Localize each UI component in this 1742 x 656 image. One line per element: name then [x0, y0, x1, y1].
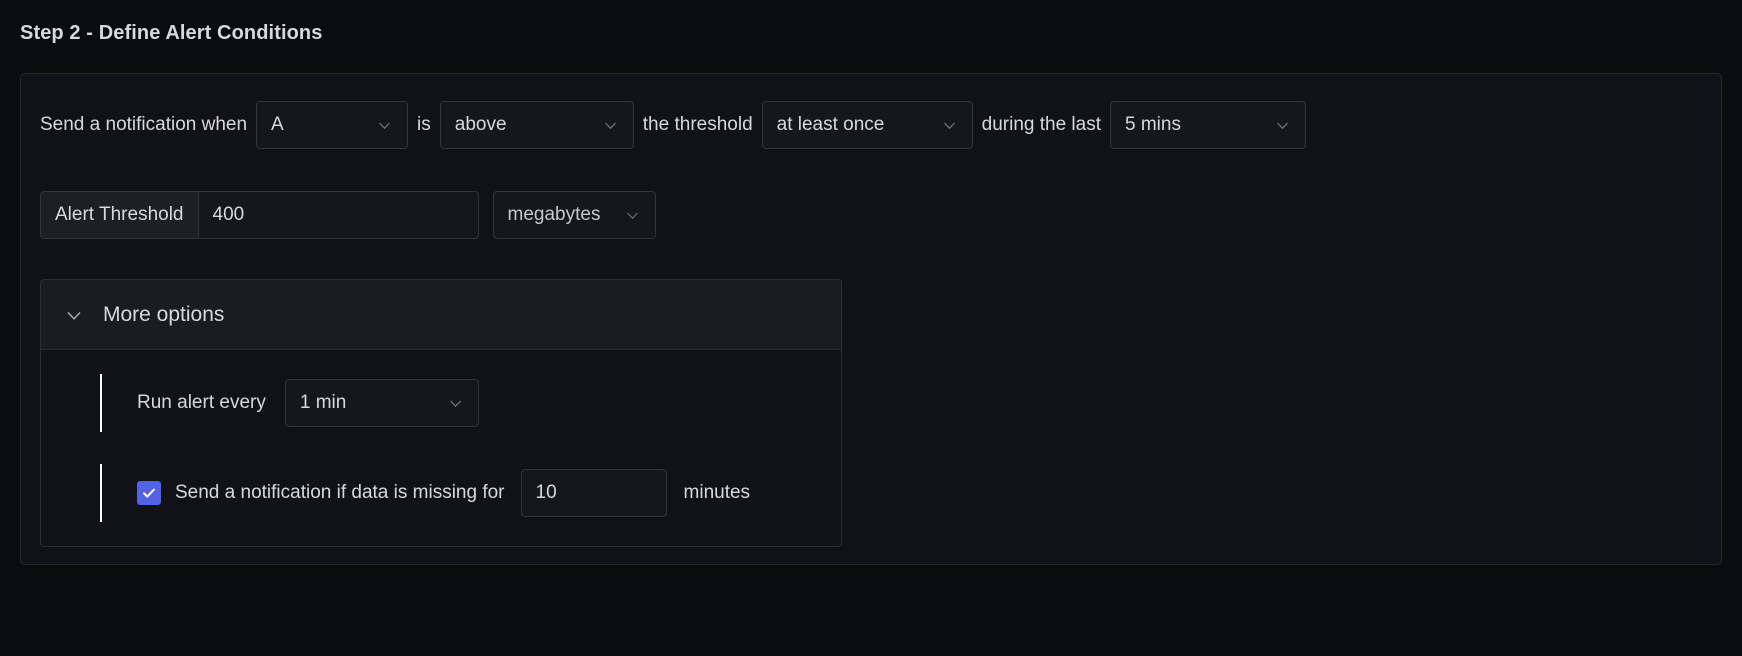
alert-threshold-label: Alert Threshold	[40, 191, 198, 239]
missing-data-minutes-input[interactable]	[520, 469, 667, 517]
chevron-down-icon	[376, 117, 393, 134]
alert-conditions-page: Step 2 - Define Alert Conditions Send a …	[0, 0, 1742, 656]
comparator-select-value: above	[454, 114, 507, 135]
more-options-label: More options	[103, 302, 225, 326]
unit-select-value: megabytes	[507, 204, 601, 225]
run-alert-every-row: Run alert every 1 min	[41, 372, 841, 434]
condition-threshold-text: the threshold	[642, 114, 753, 135]
chevron-down-icon	[447, 395, 464, 412]
query-select[interactable]: A	[256, 101, 409, 149]
missing-data-row: Send a notification if data is missing f…	[41, 462, 841, 524]
time-window-select-value: 5 mins	[1125, 114, 1181, 135]
run-alert-every-value: 1 min	[299, 392, 347, 413]
run-alert-every-label: Run alert every	[137, 392, 266, 413]
missing-data-unit-label: minutes	[683, 482, 751, 503]
alert-threshold-group: Alert Threshold	[40, 191, 479, 239]
frequency-select-value: at least once	[776, 114, 885, 135]
missing-data-label: Send a notification if data is missing f…	[175, 482, 505, 503]
condition-lead-text: Send a notification when	[40, 114, 248, 135]
time-window-select[interactable]: 5 mins	[1110, 101, 1306, 149]
condition-row: Send a notification when A is above the …	[40, 101, 1306, 149]
row-accent-bar	[100, 374, 102, 432]
missing-data-checkbox[interactable]	[137, 481, 161, 505]
chevron-down-icon	[63, 304, 85, 326]
alert-conditions-panel: Send a notification when A is above the …	[20, 73, 1722, 565]
chevron-down-icon	[1274, 117, 1291, 134]
check-icon	[143, 488, 155, 498]
frequency-select[interactable]: at least once	[761, 101, 973, 149]
more-options-body: Run alert every 1 min Send a notificatio…	[41, 350, 841, 546]
chevron-down-icon	[602, 117, 619, 134]
page-title: Step 2 - Define Alert Conditions	[20, 22, 323, 44]
chevron-down-icon	[624, 207, 641, 224]
more-options-header[interactable]: More options	[41, 280, 841, 350]
more-options-section: More options Run alert every 1 min Send …	[40, 279, 842, 547]
query-select-value: A	[271, 114, 284, 135]
alert-threshold-input[interactable]	[197, 191, 479, 239]
chevron-down-icon	[941, 117, 958, 134]
condition-during-text: during the last	[981, 114, 1101, 135]
threshold-row: Alert Threshold megabytes	[40, 191, 656, 239]
row-accent-bar	[100, 464, 102, 522]
comparator-select[interactable]: above	[439, 101, 634, 149]
unit-select[interactable]: megabytes	[492, 191, 656, 239]
condition-is-text: is	[417, 114, 431, 135]
run-alert-every-select[interactable]: 1 min	[284, 379, 479, 427]
